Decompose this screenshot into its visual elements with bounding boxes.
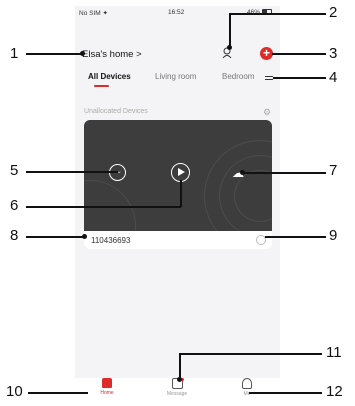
section-settings-icon[interactable]: ⚙ <box>263 107 271 118</box>
callout-2: 2 <box>329 4 338 21</box>
clock-text: 16:52 <box>168 9 185 16</box>
tab-bedroom[interactable]: Bedroom <box>222 72 254 81</box>
callout-6: 6 <box>10 197 19 214</box>
sleep-mode-button[interactable]: ᵕᵕ <box>109 164 126 181</box>
callout-7: 7 <box>329 162 338 179</box>
callout-3: 3 <box>329 45 338 62</box>
callout-10: 10 <box>6 383 23 400</box>
device-info-bar: 110436693 <box>84 231 272 249</box>
callout-5: 5 <box>10 162 19 179</box>
home-icon <box>102 378 112 388</box>
me-icon <box>242 378 252 389</box>
callout-11: 11 <box>326 344 342 361</box>
nav-home-label: Home <box>100 390 114 396</box>
home-selector[interactable]: Elsa's home > <box>82 49 142 60</box>
tab-living-room[interactable]: Living room <box>155 72 196 81</box>
section-label: Unallocated Devices <box>84 108 148 115</box>
callout-4: 4 <box>329 69 338 86</box>
callout-8: 8 <box>10 227 19 244</box>
app-screen: No SIM ✦ 16:52 46% Elsa's home > + All D… <box>75 6 280 400</box>
device-id: 110436693 <box>91 236 131 245</box>
active-tab-indicator <box>94 85 109 87</box>
carrier-text: No SIM ✦ <box>79 10 108 17</box>
nav-home[interactable]: Home <box>87 378 127 396</box>
camera-preview[interactable]: ᵕᵕ ☁ <box>84 120 272 231</box>
room-menu-icon[interactable] <box>265 76 273 82</box>
callout-1: 1 <box>10 45 19 62</box>
tab-all-devices[interactable]: All Devices <box>88 72 131 81</box>
callout-9: 9 <box>329 227 338 244</box>
nav-message-label: Message <box>166 391 188 397</box>
play-icon <box>178 168 185 176</box>
callout-12: 12 <box>326 383 343 400</box>
room-tabs: All Devices Living room Bedroom <box>75 72 280 88</box>
nav-me[interactable]: Me <box>227 378 267 397</box>
